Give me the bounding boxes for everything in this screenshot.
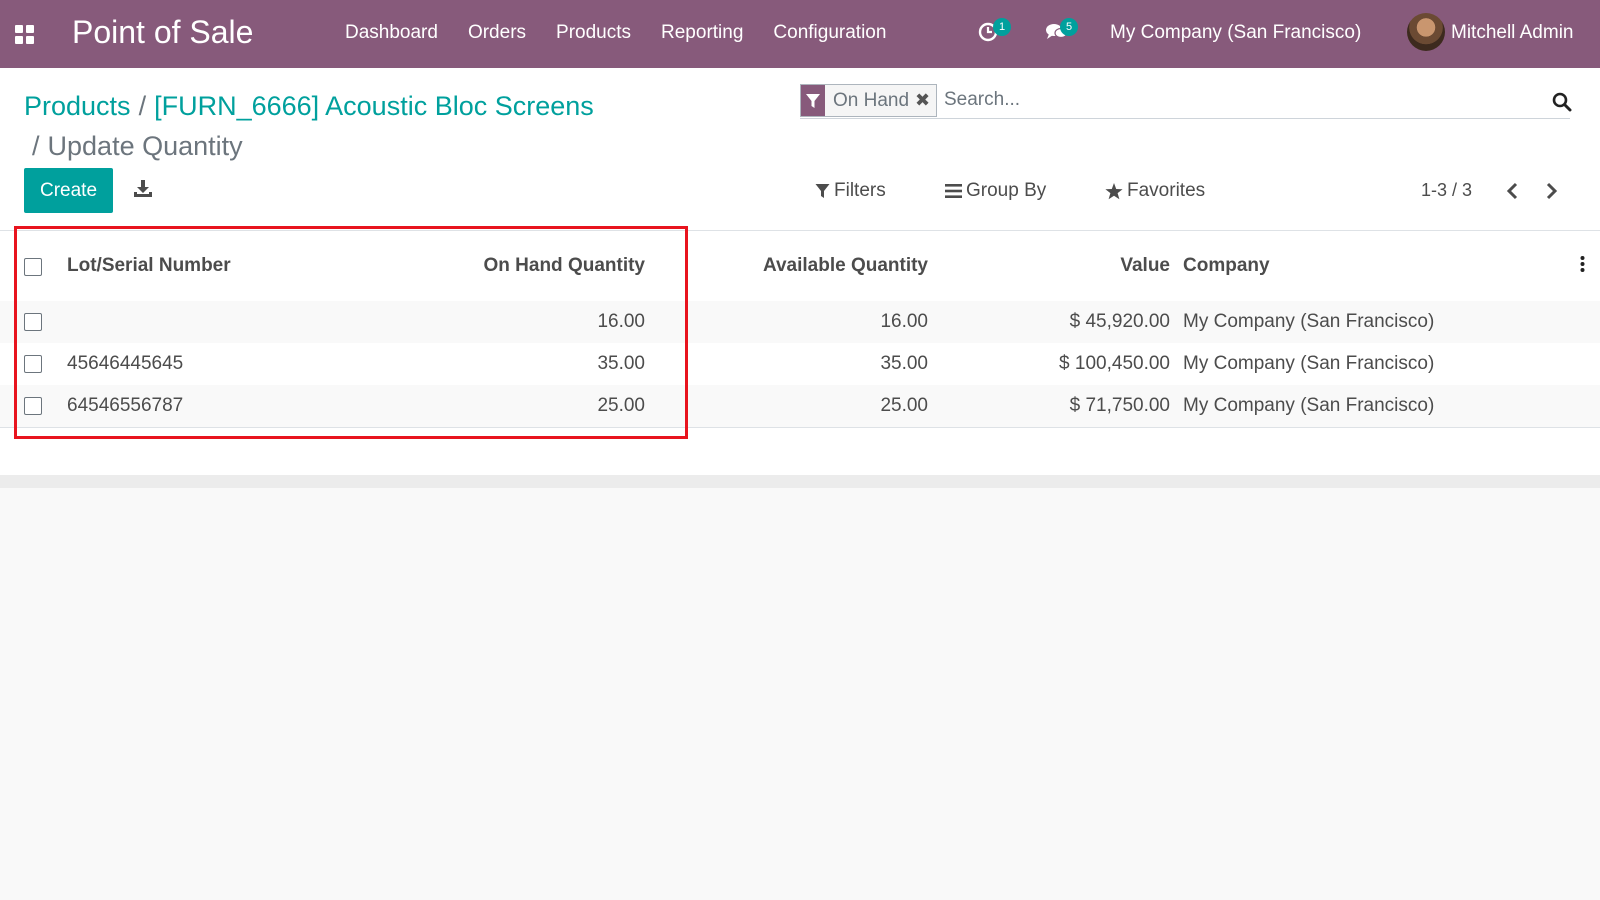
cell-available: 35.00 bbox=[880, 353, 928, 374]
page-title: Update Quantity bbox=[47, 131, 243, 161]
chevron-right-icon[interactable] bbox=[1546, 182, 1558, 200]
list-icon bbox=[945, 184, 962, 198]
menu-item-products[interactable]: Products bbox=[556, 22, 631, 44]
column-header-value[interactable]: Value bbox=[1120, 256, 1170, 276]
breadcrumb-separator: / bbox=[32, 131, 40, 161]
groupby-label: Group By bbox=[966, 180, 1047, 201]
top-navbar: Point of Sale Dashboard Orders Products … bbox=[0, 0, 1600, 68]
cell-company: My Company (San Francisco) bbox=[1183, 353, 1435, 374]
table-row[interactable]: 16.00 16.00 $ 45,920.00 My Company (San … bbox=[0, 301, 1600, 344]
column-header-company[interactable]: Company bbox=[1183, 256, 1270, 276]
message-count-badge: 5 bbox=[1060, 18, 1079, 36]
facet-label: On Hand bbox=[833, 89, 910, 111]
download-icon[interactable] bbox=[133, 180, 153, 198]
breadcrumb-product[interactable]: [FURN_6666] Acoustic Bloc Screens bbox=[154, 91, 594, 121]
user-menu[interactable]: Mitchell Admin bbox=[1451, 22, 1574, 44]
apps-grid-icon[interactable] bbox=[15, 25, 34, 44]
select-all-checkbox[interactable] bbox=[24, 258, 42, 276]
cell-on-hand: 35.00 bbox=[597, 353, 645, 374]
search-icon[interactable] bbox=[1552, 92, 1572, 112]
table-header: Lot/Serial Number On Hand Quantity Avail… bbox=[0, 231, 1600, 302]
close-icon[interactable]: ✖ bbox=[915, 90, 936, 111]
cell-on-hand: 16.00 bbox=[597, 311, 645, 332]
cell-value: $ 45,920.00 bbox=[1069, 311, 1170, 332]
filter-icon bbox=[801, 85, 825, 116]
column-header-lot[interactable]: Lot/Serial Number bbox=[67, 256, 231, 276]
cell-available: 16.00 bbox=[880, 311, 928, 332]
table-row[interactable]: 64546556787 25.00 25.00 $ 71,750.00 My C… bbox=[0, 385, 1600, 428]
list-view: Lot/Serial Number On Hand Quantity Avail… bbox=[0, 231, 1600, 488]
search-facet: On Hand ✖ bbox=[800, 84, 938, 117]
activity-count-badge: 1 bbox=[993, 18, 1012, 36]
menu-item-orders[interactable]: Orders bbox=[468, 22, 526, 44]
search-bar: On Hand ✖ bbox=[800, 84, 1572, 119]
company-switcher[interactable]: My Company (San Francisco) bbox=[1110, 22, 1361, 44]
filters-label: Filters bbox=[834, 180, 886, 201]
breadcrumb: Products / [FURN_6666] Acoustic Bloc Scree… bbox=[24, 86, 744, 166]
column-header-available[interactable]: Available Quantity bbox=[763, 256, 928, 276]
cell-value: $ 71,750.00 bbox=[1069, 395, 1170, 416]
breadcrumb-products[interactable]: Products bbox=[24, 91, 131, 121]
cell-lot: 64546556787 bbox=[67, 395, 184, 416]
kebab-menu-icon[interactable] bbox=[1580, 255, 1585, 273]
column-header-on-hand[interactable]: On Hand Quantity bbox=[484, 256, 646, 276]
cell-company: My Company (San Francisco) bbox=[1183, 311, 1435, 332]
cell-on-hand: 25.00 bbox=[597, 395, 645, 416]
breadcrumb-separator: / bbox=[138, 91, 147, 121]
search-input[interactable] bbox=[942, 88, 1526, 112]
create-button[interactable]: Create bbox=[24, 168, 113, 213]
avatar[interactable] bbox=[1407, 13, 1445, 51]
main-menu: Dashboard Orders Products Reporting Conf… bbox=[345, 22, 886, 44]
menu-item-dashboard[interactable]: Dashboard bbox=[345, 22, 438, 44]
row-checkbox[interactable] bbox=[24, 313, 42, 331]
favorites-dropdown[interactable]: Favorites bbox=[1105, 180, 1205, 202]
table-row[interactable]: 45646445645 35.00 35.00 $ 100,450.00 My … bbox=[0, 343, 1600, 386]
menu-item-configuration[interactable]: Configuration bbox=[773, 22, 886, 44]
filters-dropdown[interactable]: Filters bbox=[815, 180, 886, 202]
menu-item-reporting[interactable]: Reporting bbox=[661, 22, 743, 44]
filter-icon bbox=[815, 184, 830, 198]
cell-value: $ 100,450.00 bbox=[1059, 353, 1170, 374]
pager-value[interactable]: 1-3 / 3 bbox=[1421, 180, 1472, 201]
messaging-menu[interactable]: 5 bbox=[1045, 18, 1079, 47]
row-checkbox[interactable] bbox=[24, 355, 42, 373]
favorites-label: Favorites bbox=[1127, 180, 1206, 201]
chevron-left-icon[interactable] bbox=[1506, 182, 1518, 200]
groupby-dropdown[interactable]: Group By bbox=[945, 180, 1046, 202]
cell-lot: 45646445645 bbox=[67, 353, 184, 374]
star-icon bbox=[1105, 182, 1123, 199]
control-panel: Products / [FURN_6666] Acoustic Bloc Scree… bbox=[0, 68, 1600, 231]
cell-available: 25.00 bbox=[880, 395, 928, 416]
activity-menu[interactable]: 1 bbox=[978, 18, 1012, 47]
row-checkbox[interactable] bbox=[24, 397, 42, 415]
app-title[interactable]: Point of Sale bbox=[72, 14, 253, 51]
cell-company: My Company (San Francisco) bbox=[1183, 395, 1435, 416]
